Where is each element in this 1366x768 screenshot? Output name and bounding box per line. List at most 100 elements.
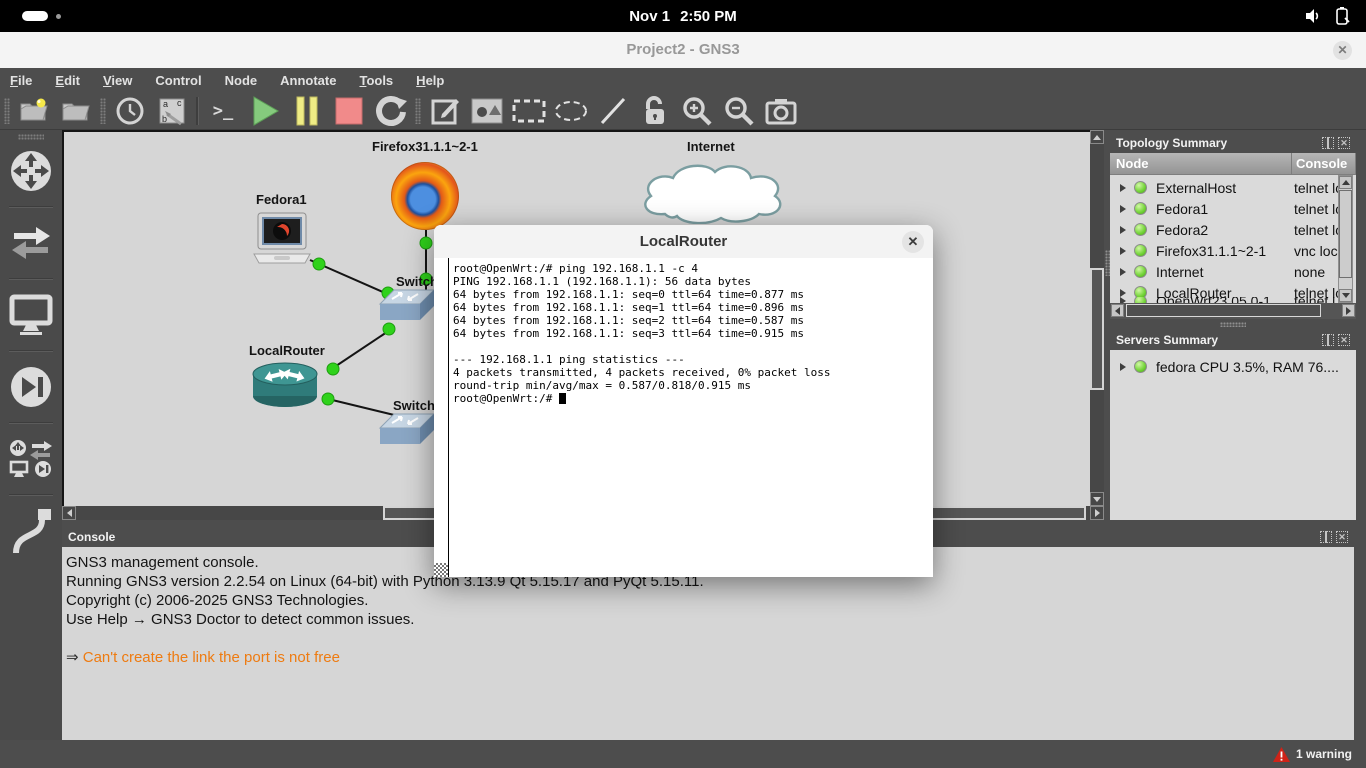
device-switch2-icon[interactable] [378, 412, 436, 452]
terminal-title-bar[interactable]: LocalRouter ✕ [434, 225, 933, 259]
palette-drag-handle[interactable] [18, 134, 44, 140]
toolbar-drag-handle[interactable] [415, 97, 421, 124]
warning-triangle-icon [1272, 746, 1290, 762]
device-internet-cloud-icon[interactable] [635, 162, 791, 224]
device-firefox-icon[interactable] [391, 162, 459, 230]
open-project-button[interactable] [58, 94, 94, 128]
topology-summary-header[interactable]: Topology Summary ✕ [1110, 133, 1356, 153]
console-panel-title: Console [68, 530, 116, 544]
terminal-window: LocalRouter ✕ root@OpenWrt:/# ping 192.1… [434, 225, 933, 577]
column-header-console[interactable]: Console [1292, 153, 1356, 175]
menu-control[interactable]: Control [155, 73, 201, 88]
table-row[interactable]: ExternalHost telnet loc [1110, 177, 1356, 198]
battery-icon[interactable] [1334, 6, 1350, 26]
browse-all-devices-button[interactable] [0, 430, 62, 488]
terminal-scrollbar[interactable] [434, 258, 449, 563]
dock-float-icon[interactable] [1320, 531, 1332, 543]
table-row[interactable]: Fedora2 telnet loc [1110, 219, 1356, 240]
menu-help[interactable]: Help [416, 73, 444, 88]
expander-icon[interactable] [1120, 225, 1126, 234]
clock[interactable]: Nov 1 2:50 PM [583, 0, 783, 32]
table-row[interactable]: Internet none [1110, 261, 1356, 282]
dock-close-icon[interactable]: ✕ [1338, 334, 1350, 346]
dock-close-icon[interactable]: ✕ [1336, 531, 1348, 543]
window-close-button[interactable]: ✕ [1333, 41, 1352, 60]
browse-switches-button[interactable] [0, 214, 62, 272]
new-project-button[interactable] [16, 94, 52, 128]
activities-indicator[interactable] [22, 11, 48, 21]
table-row[interactable]: Firefox31.1.1~2-1 vnc loca [1110, 240, 1356, 261]
start-button[interactable] [247, 94, 283, 128]
workspace-dot[interactable] [56, 14, 61, 19]
lock-button[interactable] [637, 94, 673, 128]
terminal-prompt-line: root@OpenWrt:/# [453, 392, 831, 405]
reload-button[interactable] [373, 94, 409, 128]
device-label-switch2: Switch [393, 398, 435, 413]
splitter-handle[interactable] [1220, 322, 1246, 327]
servers-summary-header[interactable]: Servers Summary ✕ [1110, 330, 1356, 350]
browse-end-devices-button[interactable] [0, 286, 62, 344]
routers-icon [11, 151, 51, 191]
stop-button[interactable] [331, 94, 367, 128]
menu-tools[interactable]: Tools [359, 73, 393, 88]
terminal-cursor [558, 393, 566, 404]
topology-vscrollbar[interactable] [1338, 175, 1353, 303]
window-title-bar[interactable]: Project2 - GNS3 [0, 32, 1366, 69]
terminal-body[interactable]: root@OpenWrt:/# ping 192.168.1.1 -c 4 PI… [434, 258, 933, 577]
warning-status[interactable]: 1 warning [1272, 740, 1352, 768]
canvas-vscrollbar[interactable] [1090, 130, 1104, 506]
zoom-out-button[interactable] [721, 94, 757, 128]
interface-labels-button[interactable]: a c b [154, 94, 190, 128]
draw-line-button[interactable] [595, 94, 631, 128]
add-note-button[interactable] [427, 94, 463, 128]
menu-annotate[interactable]: Annotate [280, 73, 336, 88]
expander-icon[interactable] [1120, 288, 1126, 297]
toolbar-drag-handle[interactable] [4, 97, 10, 124]
device-switch1-icon[interactable] [378, 288, 436, 328]
device-fedora1-icon[interactable] [250, 212, 314, 266]
menu-edit[interactable]: Edit [55, 73, 80, 88]
volume-icon[interactable] [1304, 7, 1322, 25]
draw-ellipse-button[interactable] [553, 94, 589, 128]
canvas-vscrollbar-thumb[interactable] [1090, 268, 1104, 390]
node-name: Internet [1156, 263, 1204, 280]
terminal-close-button[interactable]: ✕ [902, 231, 924, 253]
topology-vscrollbar-thumb[interactable] [1339, 190, 1352, 278]
stop-icon [335, 97, 363, 124]
toolbar-drag-handle[interactable] [100, 97, 106, 124]
dock-close-icon[interactable]: ✕ [1338, 137, 1350, 149]
expander-icon[interactable] [1120, 362, 1126, 371]
console-connect-button[interactable]: >_ [205, 94, 241, 128]
warning-arrow: ⇒ [66, 649, 79, 666]
add-link-button[interactable] [0, 502, 62, 568]
topology-hscrollbar-thumb[interactable] [1126, 304, 1321, 317]
expander-icon[interactable] [1120, 267, 1126, 276]
terminal-resize-grip[interactable] [434, 563, 449, 577]
node-name: Fedora1 [1156, 200, 1209, 217]
menu-view[interactable]: View [103, 73, 132, 88]
terminal-prompt: root@OpenWrt:/# [453, 392, 559, 405]
column-header-node[interactable]: Node [1110, 153, 1292, 175]
menu-file[interactable]: File [10, 73, 32, 88]
insert-picture-button[interactable] [469, 94, 505, 128]
draw-rectangle-button[interactable] [511, 94, 547, 128]
add-note-icon [431, 98, 459, 124]
suspend-button[interactable] [289, 94, 325, 128]
server-row[interactable]: fedora CPU 3.5%, RAM 76.... [1110, 356, 1356, 377]
node-name: ExternalHost [1156, 179, 1237, 196]
expander-icon[interactable] [1120, 183, 1126, 192]
browse-security-devices-button[interactable] [0, 358, 62, 416]
zoom-in-button[interactable] [679, 94, 715, 128]
table-row[interactable]: Fedora1 telnet loc [1110, 198, 1356, 219]
topology-hscrollbar[interactable] [1110, 303, 1356, 319]
screenshot-button[interactable] [763, 94, 799, 128]
dock-float-icon[interactable] [1322, 334, 1334, 346]
dock-float-icon[interactable] [1322, 137, 1334, 149]
zoom-in-icon [683, 96, 712, 126]
device-localrouter-icon[interactable] [250, 360, 320, 412]
browse-routers-button[interactable] [0, 142, 62, 200]
snapshot-button[interactable] [112, 94, 148, 128]
expander-icon[interactable] [1120, 246, 1126, 255]
menu-node[interactable]: Node [225, 73, 258, 88]
expander-icon[interactable] [1120, 204, 1126, 213]
